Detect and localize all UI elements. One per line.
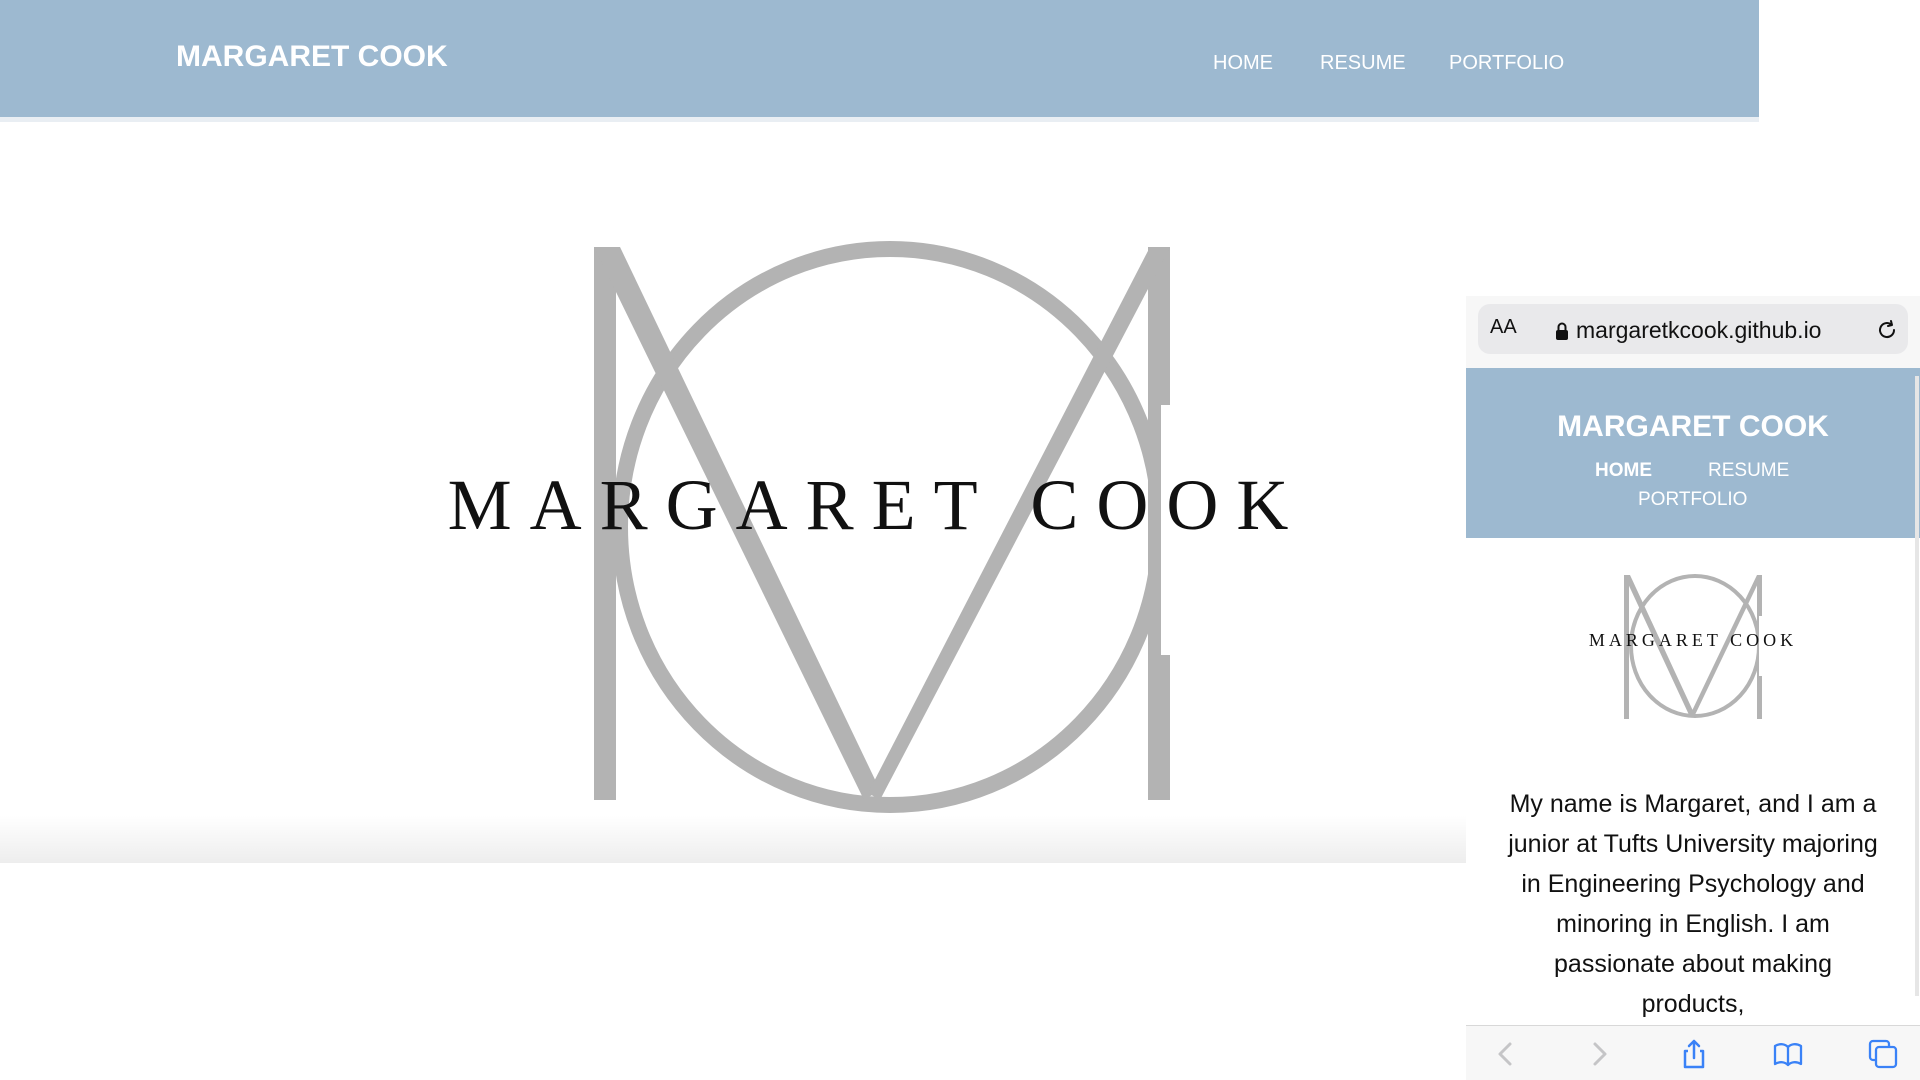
site-header: MARGARET COOK HOME RESUME PORTFOLIO [0,0,1759,122]
mobile-nav-resume[interactable]: RESUME [1708,460,1789,482]
address-bar[interactable]: AA margaretkcook.github.io [1478,304,1908,354]
forward-icon[interactable] [1583,1038,1615,1070]
mobile-nav-portfolio[interactable]: PORTFOLIO [1638,489,1747,511]
site-title[interactable]: MARGARET COOK [176,40,448,74]
text-size-button[interactable]: AA [1490,316,1517,339]
share-icon[interactable] [1678,1038,1710,1070]
reload-icon[interactable] [1875,318,1899,342]
hero-shadow [0,815,1466,863]
bio-paragraph: My name is Margaret, and I am a junior a… [1508,790,1878,1018]
mobile-logo-name-text: MARGARET COOK [1589,630,1797,650]
nav-resume[interactable]: RESUME [1320,52,1406,75]
mobile-nav-home[interactable]: HOME [1595,460,1652,482]
address-bar-area: AA margaretkcook.github.io [1466,296,1920,368]
lock-icon [1556,322,1568,340]
tabs-icon[interactable] [1867,1038,1899,1070]
bookmarks-icon[interactable] [1772,1038,1804,1070]
url-text[interactable]: margaretkcook.github.io [1576,317,1821,344]
mobile-monogram-logo: MARGARET COOK [1582,571,1804,721]
mobile-site-header: MARGARET COOK HOME RESUME PORTFOLIO [1466,368,1920,538]
nav-portfolio[interactable]: PORTFOLIO [1449,52,1564,75]
monogram-logo: MARGARET COOK [448,241,1307,813]
scrollbar[interactable] [1915,376,1919,996]
mobile-browser: AA margaretkcook.github.io MARGARET COOK… [1466,296,1920,1080]
hero-logo: MARGARET COOK [420,225,1340,825]
safari-toolbar [1466,1025,1920,1080]
logo-name-text: MARGARET COOK [448,465,1307,545]
mobile-site-title[interactable]: MARGARET COOK [1466,410,1920,444]
back-icon[interactable] [1490,1038,1522,1070]
nav-home[interactable]: HOME [1213,52,1273,75]
